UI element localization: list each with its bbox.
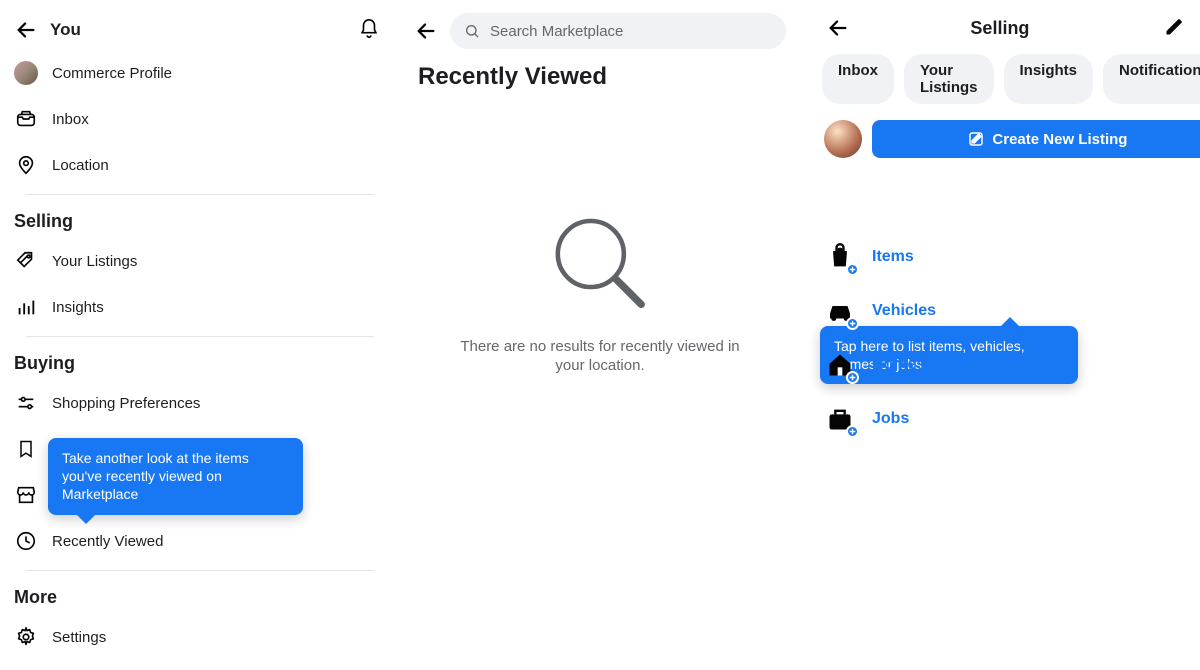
sliders-icon: [14, 391, 38, 415]
car-icon: [824, 295, 856, 327]
page-title: You: [50, 20, 358, 40]
search-input[interactable]: Search Marketplace: [450, 13, 786, 49]
empty-message: There are no results for recently viewed…: [450, 338, 750, 376]
bar-chart-icon: [14, 295, 38, 319]
category-label: Homes for Sale or Rent: [872, 356, 1049, 374]
inbox-icon: [14, 107, 38, 131]
category-label: Vehicles: [872, 302, 936, 320]
bag-icon: [824, 241, 856, 273]
create-button-label: Create New Listing: [992, 131, 1127, 148]
item-label: Location: [52, 157, 109, 174]
category-label: Jobs: [872, 410, 909, 428]
section-more: More: [14, 571, 386, 614]
arrow-left-icon: [15, 19, 37, 41]
gear-icon: [14, 625, 38, 649]
house-icon: [824, 349, 856, 381]
create-new-listing-button[interactable]: Create New Listing: [872, 120, 1200, 158]
recently-viewed-panel: Search Marketplace Recently Viewed There…: [400, 0, 800, 670]
item-label: Insights: [52, 299, 104, 316]
item-label: Inbox: [52, 111, 89, 128]
chip-notifications[interactable]: Notifications: [1103, 54, 1200, 104]
avatar: [14, 61, 38, 85]
commerce-profile-item[interactable]: Commerce Profile: [14, 50, 386, 96]
bell-icon: [358, 18, 380, 40]
section-selling: Selling: [14, 195, 386, 238]
compose-button[interactable]: [1164, 17, 1186, 39]
arrow-left-icon: [415, 20, 437, 42]
empty-state: There are no results for recently viewed…: [400, 210, 800, 376]
store-icon: [14, 483, 38, 507]
item-label: Commerce Profile: [52, 65, 172, 82]
pencil-square-icon: [968, 131, 984, 147]
insights-item[interactable]: Insights: [14, 284, 386, 330]
arrow-left-icon: [827, 17, 849, 39]
settings-item[interactable]: Settings: [14, 614, 386, 660]
item-label: Your Listings: [52, 253, 137, 270]
chip-your-listings[interactable]: Your Listings: [904, 54, 994, 104]
pencil-square-icon: [1164, 17, 1184, 37]
magnifier-icon: [545, 210, 655, 320]
item-label: Settings: [52, 629, 106, 646]
page-title: Recently Viewed: [400, 59, 800, 91]
you-panel: You Commerce Profile Inbox Location Sell…: [0, 0, 400, 670]
location-item[interactable]: Location: [14, 142, 386, 188]
back-button[interactable]: [14, 18, 38, 42]
clock-icon: [14, 529, 38, 553]
back-button[interactable]: [826, 16, 850, 40]
section-buying: Buying: [14, 337, 386, 380]
shopping-preferences-item[interactable]: Shopping Preferences: [14, 380, 386, 426]
bookmark-icon: [14, 437, 38, 461]
your-listings-item[interactable]: Your Listings: [14, 238, 386, 284]
tag-icon: [14, 249, 38, 273]
location-pin-icon: [14, 153, 38, 177]
page-title: Selling: [850, 18, 1150, 39]
chip-insights[interactable]: Insights: [1004, 54, 1094, 104]
category-label: Items: [872, 248, 914, 266]
inbox-item[interactable]: Inbox: [14, 96, 386, 142]
back-button[interactable]: [414, 19, 438, 43]
category-homes[interactable]: Homes for Sale or Rent: [824, 338, 1200, 392]
recently-viewed-tooltip: Take another look at the items you've re…: [48, 438, 303, 515]
search-icon: [464, 23, 480, 39]
chip-inbox[interactable]: Inbox: [822, 54, 894, 104]
category-vehicles[interactable]: Vehicles: [824, 284, 1200, 338]
briefcase-icon: [824, 403, 856, 435]
category-items[interactable]: Items: [824, 230, 1200, 284]
selling-panel: Selling Inbox Your Listings Insights Not…: [800, 0, 1200, 670]
avatar: [824, 120, 862, 158]
category-jobs[interactable]: Jobs: [824, 392, 1200, 446]
recently-viewed-item[interactable]: Recently Viewed: [14, 518, 386, 564]
notifications-button[interactable]: [358, 18, 382, 42]
item-label: Shopping Preferences: [52, 395, 200, 412]
item-label: Recently Viewed: [52, 533, 163, 550]
search-placeholder: Search Marketplace: [490, 23, 623, 40]
